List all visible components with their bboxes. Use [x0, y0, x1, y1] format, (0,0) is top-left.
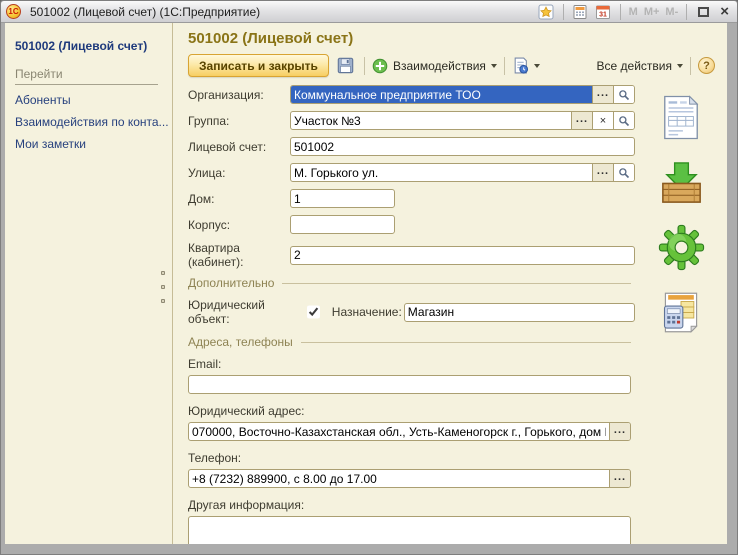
close-button[interactable]: ×: [718, 7, 731, 17]
calendar-icon[interactable]: 31: [595, 3, 612, 20]
street-field: ...: [290, 163, 635, 182]
create-based-on-dropdown[interactable]: [512, 57, 540, 74]
account-input[interactable]: [290, 137, 635, 156]
org-input[interactable]: [291, 86, 592, 103]
email-label: Email:: [188, 357, 635, 371]
house-label: Дом:: [188, 192, 290, 206]
window-title: 501002 (Лицевой счет) (1С:Предприятие): [30, 5, 538, 19]
org-select-button[interactable]: ...: [592, 86, 613, 103]
add-plus-icon: [372, 58, 388, 74]
sidebar-link-moi-zametki[interactable]: Мои заметки: [15, 137, 162, 151]
group-input[interactable]: [291, 112, 571, 129]
phone-input[interactable]: [189, 470, 609, 487]
document-clock-icon: [512, 57, 529, 74]
gear-icon[interactable]: [657, 223, 705, 271]
toolbar-separator: [504, 57, 505, 75]
org-search-button[interactable]: [613, 86, 634, 103]
org-field: ...: [290, 85, 635, 104]
phone-select-button[interactable]: ...: [609, 470, 630, 487]
maximize-button[interactable]: [698, 7, 709, 17]
legal-address-select-button[interactable]: ...: [609, 423, 630, 440]
chevron-down-icon: [677, 64, 683, 68]
favorites-icon[interactable]: [538, 3, 555, 20]
section-contacts: Адреса, телефоны: [188, 335, 631, 349]
legal-object-checkbox[interactable]: [307, 305, 320, 319]
phone-field: ...: [188, 469, 631, 488]
sidebar-nav-header: Перейти: [15, 67, 158, 85]
memory-m-button: M: [629, 6, 638, 18]
legal-address-label: Юридический адрес:: [188, 404, 635, 418]
phone-label: Телефон:: [188, 451, 635, 465]
title-bar: 1С 501002 (Лицевой счет) (1С:Предприятие…: [1, 1, 737, 23]
page-title: 501002 (Лицевой счет): [188, 30, 727, 47]
titlebar-separator: [620, 4, 621, 20]
group-select-button[interactable]: ...: [571, 112, 592, 129]
sidebar-link-abonenty[interactable]: Абоненты: [15, 93, 162, 107]
apartment-label: Квартира (кабинет):: [188, 241, 290, 269]
1c-logo-icon: 1С: [6, 4, 21, 19]
building-input[interactable]: [290, 215, 395, 234]
legal-object-label: Юридический объект:: [188, 298, 303, 326]
app-window: 1С 501002 (Лицевой счет) (1С:Предприятие…: [0, 0, 738, 555]
calculation-document-icon[interactable]: [657, 288, 705, 336]
all-actions-dropdown[interactable]: Все действия: [597, 59, 683, 73]
titlebar-separator: [563, 4, 564, 20]
calculator-icon[interactable]: [572, 3, 589, 20]
toolbar-separator: [364, 57, 365, 75]
legal-address-input[interactable]: [189, 423, 609, 440]
interactions-dropdown[interactable]: Взаимодействия: [372, 58, 497, 74]
all-actions-label: Все действия: [597, 59, 672, 73]
toolbar-separator: [690, 57, 691, 75]
account-label: Лицевой счет:: [188, 140, 290, 154]
splitter-grip[interactable]: [161, 271, 165, 303]
chevron-down-icon: [491, 64, 497, 68]
group-label: Группа:: [188, 114, 290, 128]
apartment-input[interactable]: [290, 246, 635, 265]
calendar-day: 31: [599, 11, 607, 18]
save-and-close-button[interactable]: Записать и закрыть: [188, 54, 329, 77]
street-search-button[interactable]: [613, 164, 634, 181]
save-icon[interactable]: [335, 55, 357, 77]
memory-m-minus-button: M-: [665, 6, 678, 18]
purpose-input[interactable]: [404, 303, 635, 322]
help-button[interactable]: ?: [698, 57, 715, 74]
side-commands: [635, 85, 727, 544]
building-label: Корпус:: [188, 218, 290, 232]
group-clear-button[interactable]: ×: [592, 112, 613, 129]
form: Организация: ...: [173, 85, 635, 544]
street-select-button[interactable]: ...: [592, 164, 613, 181]
street-label: Улица:: [188, 166, 290, 180]
email-input[interactable]: [188, 375, 631, 394]
archive-download-icon[interactable]: [657, 158, 705, 206]
group-field: ... ×: [290, 111, 635, 130]
search-icon: [618, 167, 630, 179]
group-search-button[interactable]: [613, 112, 634, 129]
sidebar-link-vzaimodeystviya[interactable]: Взаимодействия по конта...: [15, 115, 162, 129]
toolbar: Записать и закрыть: [188, 53, 715, 78]
other-info-textarea[interactable]: [188, 516, 631, 544]
sidebar-title: 501002 (Лицевой счет): [15, 39, 162, 53]
invoice-document-icon[interactable]: [657, 93, 705, 141]
main-panel: 501002 (Лицевой счет) Записать и закрыть: [173, 23, 727, 544]
legal-address-field: ...: [188, 422, 631, 441]
memory-m-plus-button: M+: [644, 6, 660, 18]
chevron-down-icon: [534, 64, 540, 68]
house-input[interactable]: [290, 189, 395, 208]
section-additional: Дополнительно: [188, 276, 631, 290]
search-icon: [618, 89, 630, 101]
org-label: Организация:: [188, 88, 290, 102]
other-info-label: Другая информация:: [188, 498, 635, 512]
sidebar: 501002 (Лицевой счет) Перейти Абоненты В…: [5, 23, 173, 544]
titlebar-separator: [686, 4, 687, 20]
purpose-label: Назначение:: [332, 305, 402, 319]
interactions-label: Взаимодействия: [393, 59, 486, 73]
search-icon: [618, 115, 630, 127]
street-input[interactable]: [291, 164, 592, 181]
